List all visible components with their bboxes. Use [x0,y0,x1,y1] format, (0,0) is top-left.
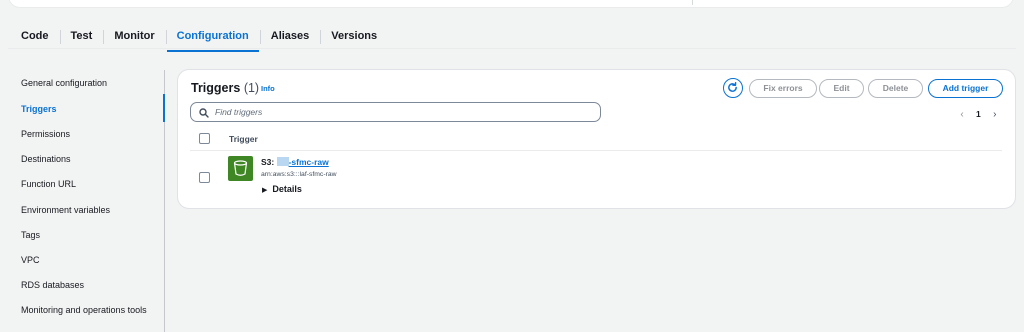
sidebar-item-monitoring-and-operations-tools[interactable]: Monitoring and operations tools [21,305,147,315]
pagination: ‹ 1 › [956,108,1001,120]
function-tabs: Code Test Monitor Configuration Aliases … [10,22,388,52]
search-field [190,102,601,122]
sidebar-item-tags[interactable]: Tags [21,230,40,240]
search-input[interactable] [215,105,595,119]
info-link[interactable]: Info [261,84,275,93]
redacted-text [276,157,289,166]
search-icon [199,108,209,118]
sidebar-item-permissions[interactable]: Permissions [21,129,70,139]
triggers-panel: Triggers (1) Info Fix errors Edit Delete… [177,69,1016,209]
trigger-bucket-link[interactable]: -sfmc-raw [276,157,329,167]
tab-configuration[interactable]: Configuration [165,23,260,52]
refresh-icon [728,82,737,92]
top-summary-card [8,0,1014,8]
panel-title-text: Triggers [191,81,241,95]
configuration-sidebar: General configuration Triggers Permissio… [0,70,166,332]
divider [692,0,693,5]
tabs-divider [8,48,1016,49]
tab-versions[interactable]: Versions [320,23,388,49]
trigger-service-prefix: S3: [261,157,277,167]
delete-button[interactable]: Delete [868,79,923,98]
sidebar-item-triggers[interactable]: Triggers [21,104,57,114]
trigger-name: S3: -sfmc-raw [261,157,329,167]
caret-right-icon: ▶ [262,187,268,194]
select-all-checkbox[interactable] [199,133,210,144]
tab-code[interactable]: Code [10,23,60,49]
sidebar-item-destinations[interactable]: Destinations [21,154,71,164]
previous-page-button[interactable]: ‹ [956,109,968,120]
details-toggle[interactable]: ▶ Details [262,184,302,194]
sidebar-item-environment-variables[interactable]: Environment variables [21,205,110,215]
refresh-button[interactable] [723,78,743,98]
edit-button[interactable]: Edit [819,79,864,98]
sidebar-item-vpc[interactable]: VPC [21,255,40,265]
sidebar-active-indicator [163,94,165,122]
details-label: Details [272,184,302,194]
sidebar-item-rds-databases[interactable]: RDS databases [21,280,84,290]
panel-title: Triggers (1) [191,81,259,95]
trigger-arn: arn:aws:s3:::laf-sfmc-raw [261,171,337,178]
current-page-number[interactable]: 1 [976,109,981,119]
next-page-button[interactable]: › [989,109,1001,120]
add-trigger-button[interactable]: Add trigger [928,79,1003,98]
row-checkbox[interactable] [199,172,210,183]
s3-bucket-icon [228,156,253,181]
tab-aliases[interactable]: Aliases [259,23,321,49]
tab-test[interactable]: Test [59,23,104,49]
tab-monitor[interactable]: Monitor [103,23,165,49]
sidebar-item-general-configuration[interactable]: General configuration [21,78,107,88]
trigger-column-header: Trigger [229,134,258,144]
fix-errors-button[interactable]: Fix errors [749,79,817,98]
table-header-divider [190,150,1002,151]
sidebar-item-function-url[interactable]: Function URL [21,179,76,189]
trigger-count: (1) [243,81,260,95]
trigger-bucket-name: -sfmc-raw [288,157,329,167]
